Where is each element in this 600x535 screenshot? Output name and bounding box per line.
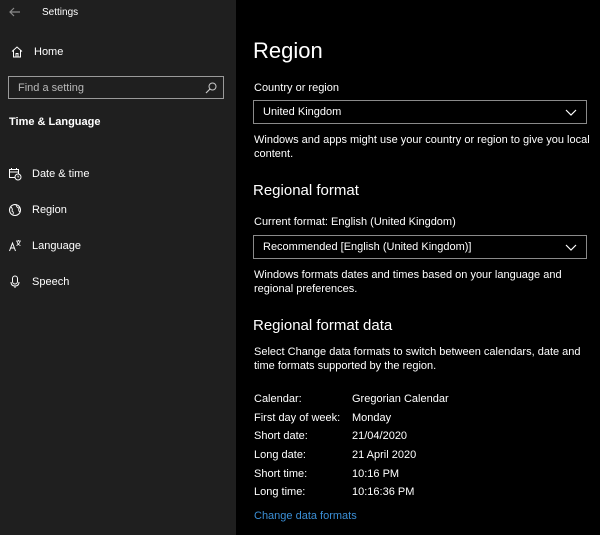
arrow-left-icon [9, 7, 20, 17]
microphone-icon [8, 275, 22, 289]
table-row: First day of week: Monday [254, 409, 449, 428]
main-panel: Region Country or region United Kingdom … [236, 0, 600, 535]
language-icon [8, 239, 22, 253]
sidebar-item-label: Speech [32, 276, 70, 288]
format-data-value: 21/04/2020 [352, 430, 408, 443]
format-data-key: Long time: [254, 486, 306, 499]
app-title: Settings [42, 6, 79, 18]
format-data-value: 21 April 2020 [352, 449, 417, 462]
chevron-down-icon [565, 109, 577, 116]
format-data-key: Short time: [254, 467, 308, 480]
format-description: Windows formats dates and times based on… [254, 269, 562, 295]
sidebar: Settings Home Time & Language [0, 0, 236, 535]
sidebar-item-label: Language [32, 240, 81, 252]
current-format-label: Current format: English (United Kingdom) [254, 216, 456, 228]
format-data-key: Short date: [254, 430, 308, 443]
sidebar-item-speech[interactable]: Speech [0, 264, 236, 300]
chevron-down-icon [565, 244, 577, 251]
section-title: Time & Language [9, 116, 101, 128]
table-row: Calendar: Gregorian Calendar [254, 390, 449, 409]
home-label: Home [34, 46, 64, 58]
format-data-value: 10:16 PM [352, 467, 400, 480]
format-data-value: Gregorian Calendar [352, 393, 449, 406]
format-data-value: Monday [352, 411, 392, 424]
nav-home[interactable]: Home [10, 42, 63, 62]
format-data-key: First day of week: [254, 411, 341, 424]
country-description: Windows and apps might use your country … [254, 134, 590, 160]
sidebar-item-label: Date & time [32, 168, 90, 180]
country-value: United Kingdom [263, 106, 342, 118]
country-dropdown[interactable]: United Kingdom [253, 100, 587, 124]
search-input[interactable] [9, 76, 204, 99]
regional-format-heading: Regional format [253, 182, 359, 199]
back-button[interactable] [0, 0, 30, 24]
titlebar: Settings [0, 0, 236, 24]
country-label: Country or region [254, 82, 339, 94]
format-data-key: Long date: [254, 449, 306, 462]
table-row: Short time: 10:16 PM [254, 464, 449, 483]
format-data-description: Select Change data formats to switch bet… [254, 346, 581, 372]
format-data-key: Calendar: [254, 393, 302, 406]
table-row: Long date: 21 April 2020 [254, 446, 449, 465]
format-data-table: Calendar: Gregorian Calendar First day o… [254, 390, 449, 502]
search-box[interactable] [8, 76, 224, 99]
sidebar-item-region[interactable]: Region [0, 192, 236, 228]
format-value: Recommended [English (United Kingdom)] [263, 241, 472, 253]
home-icon [11, 46, 23, 58]
format-dropdown[interactable]: Recommended [English (United Kingdom)] [253, 235, 587, 259]
table-row: Long time: 10:16:36 PM [254, 483, 449, 502]
change-data-formats-link[interactable]: Change data formats [254, 510, 357, 522]
sidebar-item-label: Region [32, 204, 67, 216]
sidebar-item-language[interactable]: Language [0, 228, 236, 264]
settings-window: Settings Home Time & Language [0, 0, 600, 535]
sidebar-item-date-time[interactable]: Date & time [0, 156, 236, 192]
nav-list: Date & time Region Language Speech [0, 156, 236, 300]
search-icon[interactable] [204, 81, 218, 95]
format-data-value: 10:16:36 PM [352, 486, 415, 499]
table-row: Short date: 21/04/2020 [254, 427, 449, 446]
page-title: Region [253, 38, 323, 63]
globe-icon [8, 203, 22, 217]
calendar-clock-icon [8, 167, 22, 181]
format-data-heading: Regional format data [253, 317, 393, 334]
